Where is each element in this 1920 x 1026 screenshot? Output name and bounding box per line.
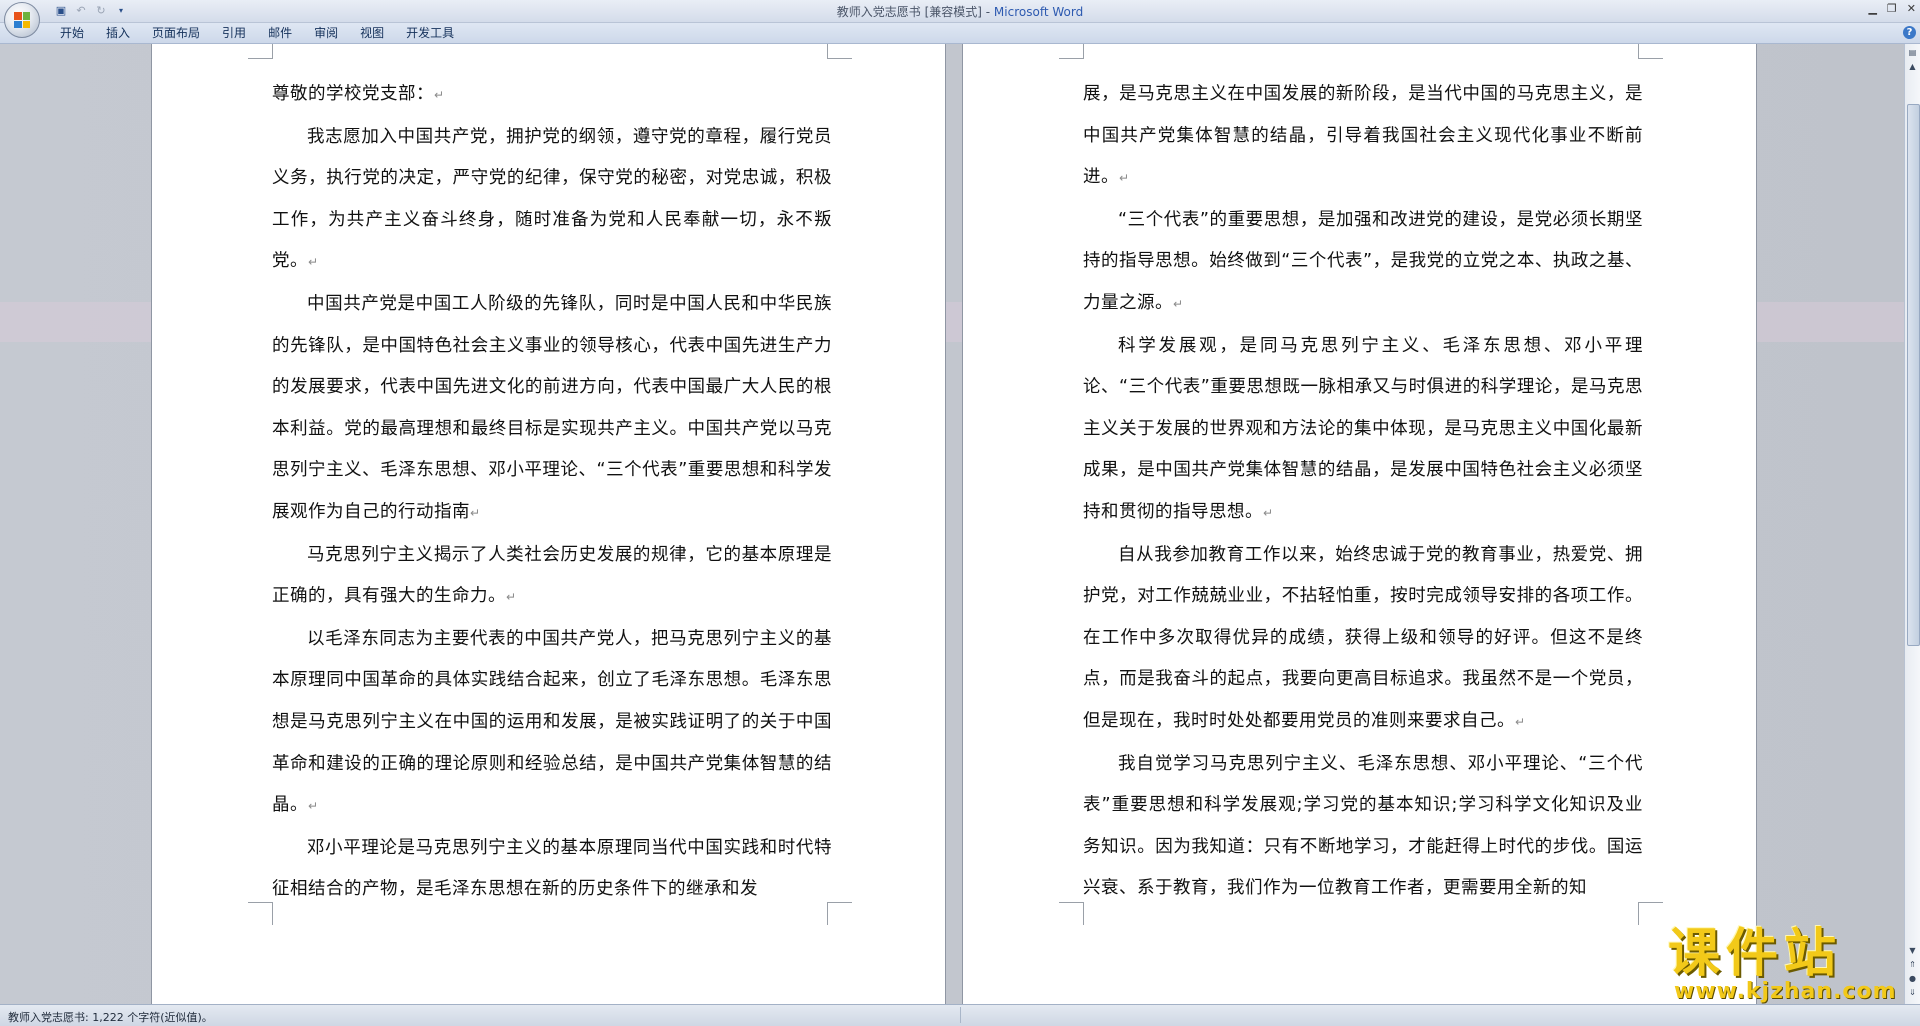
tab-references[interactable]: 引用 [214, 26, 260, 40]
tab-page-layout[interactable]: 页面布局 [144, 26, 214, 40]
ribbon-tabs: 开始 插入 页面布局 引用 邮件 审阅 视图 开发工具 [52, 26, 468, 40]
scroll-up-icon[interactable]: ▲ [1906, 60, 1919, 73]
paragraph: 我志愿加入中国共产党，拥护党的纲领，遵守党的章程，履行党员义务，执行党的决定，严… [272, 126, 832, 272]
crop-mark [827, 44, 852, 59]
status-bar: 教师入党志愿书: 1,222 个字符(近似值)。 [0, 1004, 1920, 1026]
title-bar: ▣ ↶ ↻ ▾ 教师入党志愿书 [兼容模式] - Microsoft Word … [0, 0, 1920, 23]
tab-home[interactable]: 开始 [52, 26, 98, 40]
close-icon[interactable]: ✕ [1907, 2, 1916, 15]
tab-review[interactable]: 审阅 [306, 26, 352, 40]
crop-mark [248, 44, 273, 59]
status-divider [960, 1007, 961, 1023]
watermark-url: www.kjzhan.com [1674, 979, 1897, 1004]
document-title: 教师入党志愿书 [兼容模式] - [836, 5, 994, 19]
minimize-icon[interactable]: ▁ [1868, 2, 1876, 15]
crop-mark [248, 902, 273, 925]
paragraph: 展，是马克思主义在中国发展的新阶段，是当代中国的马克思主义，是中国共产党集体智慧… [1083, 84, 1643, 188]
ribbon-tab-bar: 开始 插入 页面布局 引用 邮件 审阅 视图 开发工具 ? [0, 23, 1920, 44]
paragraph: 我自觉学习马克思列宁主义、毛泽东思想、邓小平理论、“三个代表”重要思想和科学发展… [1083, 753, 1643, 899]
page-1-body[interactable]: 尊敬的学校党支部：↵ 我志愿加入中国共产党，拥护党的纲领，遵守党的章程，履行党员… [272, 74, 832, 911]
help-icon[interactable]: ? [1903, 26, 1916, 39]
watermark-logo: 课件站 www.kjzhan.com [1668, 925, 1908, 1005]
window-title: 教师入党志愿书 [兼容模式] - Microsoft Word [0, 3, 1920, 20]
paragraph: 科学发展观，是同马克思列宁主义、毛泽东思想、邓小平理论、“三个代表”重要思想既一… [1083, 335, 1643, 522]
tab-insert[interactable]: 插入 [98, 26, 144, 40]
paragraph: 马克思列宁主义揭示了人类社会历史发展的规律，它的基本原理是正确的，具有强大的生命… [272, 544, 832, 607]
paragraph: 自从我参加教育工作以来，始终忠诚于党的教育事业，热爱党、拥护党，对工作兢兢业业，… [1083, 544, 1643, 731]
vertical-scrollbar[interactable]: ▤ ▲ ▼ ⇑ ● ⇓ [1904, 44, 1920, 1004]
app-name: Microsoft Word [993, 5, 1084, 19]
window-controls: ▁ ❐ ✕ [1868, 2, 1916, 15]
crop-mark [1638, 44, 1663, 59]
document-page-2[interactable]: 展，是马克思主义在中国发展的新阶段，是当代中国的马克思主义，是中国共产党集体智慧… [963, 44, 1756, 1004]
office-logo-icon [14, 12, 30, 28]
page-2-body[interactable]: 展，是马克思主义在中国发展的新阶段，是当代中国的马克思主义，是中国共产党集体智慧… [1083, 74, 1643, 910]
paragraph: “三个代表”的重要思想，是加强和改进党的建设，是党必须长期坚持的指导思想。始终做… [1083, 209, 1643, 313]
tab-mailings[interactable]: 邮件 [260, 26, 306, 40]
document-page-1[interactable]: 尊敬的学校党支部：↵ 我志愿加入中国共产党，拥护党的纲领，遵守党的章程，履行党员… [152, 44, 945, 1004]
watermark-title: 课件站 [1668, 924, 1843, 984]
word-count-status[interactable]: 教师入党志愿书: 1,222 个字符(近似值)。 [8, 1009, 213, 1025]
paragraph: 邓小平理论是马克思列宁主义的基本原理同当代中国实践和时代特征相结合的产物，是毛泽… [272, 837, 832, 900]
document-workspace: 尊敬的学校党支部：↵ 我志愿加入中国共产党，拥护党的纲领，遵守党的章程，履行党员… [0, 44, 1905, 1004]
tab-view[interactable]: 视图 [352, 26, 398, 40]
crop-mark [1059, 902, 1084, 925]
tab-developer[interactable]: 开发工具 [398, 26, 468, 40]
restore-icon[interactable]: ❐ [1887, 2, 1897, 15]
crop-mark [1059, 44, 1084, 59]
scrollbar-thumb[interactable] [1907, 104, 1920, 646]
ruler-toggle-icon[interactable]: ▤ [1906, 46, 1919, 59]
office-button[interactable] [4, 2, 40, 38]
paragraph: 以毛泽东同志为主要代表的中国共产党人，把马克思列宁主义的基本原理同中国革命的具体… [272, 628, 832, 816]
paragraph: 中国共产党是中国工人阶级的先锋队，同时是中国人民和中华民族的先锋队，是中国特色社… [272, 293, 832, 522]
paragraph: 尊敬的学校党支部：↵ [272, 84, 445, 104]
